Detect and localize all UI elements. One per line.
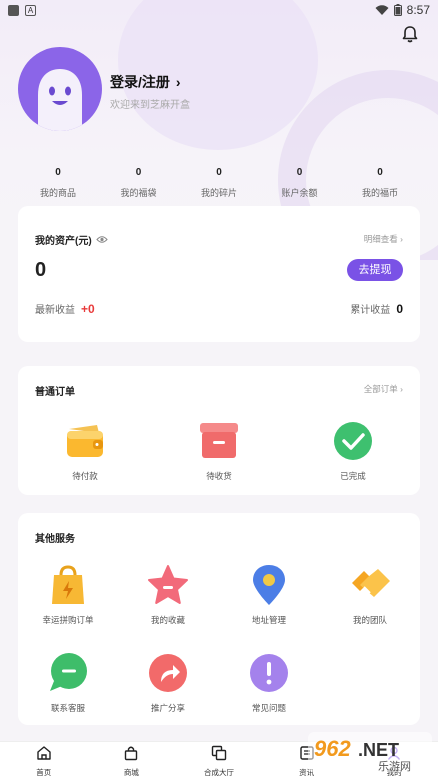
- order-label: 待付款: [72, 471, 98, 481]
- assets-title-row: 我的资产(元): [35, 232, 108, 247]
- stat-my-goods[interactable]: 0 我的商品: [18, 167, 98, 199]
- recent-earnings-label: 最新收益: [35, 305, 75, 316]
- service-address-management[interactable]: 地址管理: [224, 563, 314, 626]
- stat-my-fragments[interactable]: 0 我的碎片: [179, 167, 259, 199]
- stat-value: 0: [216, 167, 222, 178]
- login-label: 登录/注册: [110, 74, 170, 90]
- withdraw-button[interactable]: 去提现: [347, 259, 403, 281]
- stat-label: 我的福币: [361, 188, 398, 198]
- location-pin-icon: [247, 563, 291, 607]
- lucky-bag-icon: [46, 563, 90, 607]
- total-earnings-label: 累计收益: [350, 305, 391, 316]
- service-label: 推广分享: [150, 703, 185, 713]
- check-icon: [331, 419, 375, 463]
- stat-account-balance[interactable]: 0 账户余额: [260, 167, 340, 199]
- nav-label: 合成大厅: [203, 768, 234, 777]
- nav-mall[interactable]: 商城: [88, 742, 176, 778]
- stat-value: 0: [296, 167, 303, 178]
- nav-merge-hall[interactable]: 合成大厅: [175, 742, 263, 778]
- stat-value: 0: [135, 167, 142, 178]
- stat-label: 我的福袋: [120, 188, 157, 198]
- stat-label: 我的碎片: [200, 188, 237, 198]
- bell-icon[interactable]: [400, 24, 420, 44]
- service-label: 我的团队: [352, 615, 387, 625]
- stat-label: 账户余额: [281, 188, 318, 198]
- service-label: 我的收藏: [150, 615, 185, 625]
- box-icon: [197, 419, 241, 463]
- recent-earnings-value: +0: [81, 301, 95, 316]
- total-earnings-value: 0: [396, 301, 403, 316]
- nav-home[interactable]: 首页: [0, 742, 88, 778]
- svg-text:乐游网: 乐游网: [378, 760, 411, 773]
- welcome-subtitle: 欢迎来到芝麻开盒: [110, 100, 190, 111]
- order-completed[interactable]: 已完成: [308, 419, 398, 482]
- assets-amount: 0: [35, 259, 47, 281]
- total-earnings: 累计收益 0: [350, 301, 403, 317]
- order-pending-payment[interactable]: 待付款: [40, 419, 130, 482]
- service-label: 常见问题: [251, 703, 286, 713]
- all-orders-link[interactable]: 全部订单 ›: [364, 383, 403, 395]
- services-card: 其他服务 幸运拼购订单 我的收藏 地址管理 我的团队 联系客服 推广分享 常见问…: [18, 513, 420, 725]
- merge-icon: [211, 745, 227, 761]
- handshake-icon: [348, 563, 392, 607]
- star-icon: [146, 563, 190, 607]
- service-label: 地址管理: [251, 615, 286, 625]
- login-register-link[interactable]: 登录/注册 ›: [110, 72, 181, 92]
- nav-label: 商城: [123, 768, 139, 777]
- service-lucky-group-orders[interactable]: 幸运拼购订单: [23, 563, 113, 626]
- recent-earnings: 最新收益 +0: [35, 301, 95, 317]
- stat-value: 0: [377, 167, 383, 178]
- stat-value: 0: [55, 167, 61, 178]
- service-label: 联系客服: [50, 703, 85, 713]
- assets-title: 我的资产(元): [35, 236, 92, 247]
- notification-icon: [8, 4, 19, 16]
- service-promote-share[interactable]: 推广分享: [123, 651, 213, 714]
- status-time: 8:57: [406, 3, 430, 17]
- service-faq[interactable]: 常见问题: [224, 651, 314, 714]
- battery-icon: [393, 4, 402, 16]
- service-contact-support[interactable]: 联系客服: [23, 651, 113, 714]
- service-label: 幸运拼购订单: [42, 615, 94, 625]
- assets-detail-link[interactable]: 明细查看 ›: [364, 233, 403, 245]
- nav-label: 首页: [36, 768, 52, 777]
- avatar[interactable]: [18, 47, 102, 131]
- chat-icon: [46, 651, 90, 695]
- wallet-icon: [63, 419, 107, 463]
- service-my-team[interactable]: 我的团队: [325, 563, 415, 626]
- stat-label: 我的商品: [39, 188, 76, 198]
- stat-my-coins[interactable]: 0 我的福币: [340, 167, 420, 199]
- ghost-avatar-icon: [38, 69, 82, 131]
- order-pending-receipt[interactable]: 待收货: [174, 419, 264, 482]
- share-icon: [146, 651, 190, 695]
- chevron-right-icon: ›: [175, 74, 181, 90]
- order-label: 已完成: [340, 471, 366, 481]
- orders-card: 普通订单 全部订单 › 待付款 待收货 已完成: [18, 366, 420, 495]
- status-bar: A 8:57: [0, 0, 438, 20]
- site-watermark-logo: 962 .NET 乐游网: [308, 732, 432, 773]
- eye-icon[interactable]: [95, 235, 108, 244]
- svg-text:.NET: .NET: [358, 740, 399, 760]
- service-my-favorites[interactable]: 我的收藏: [123, 563, 213, 626]
- stats-row: 0 我的商品 0 我的福袋 0 我的碎片 0 账户余额 0 我的福币: [18, 167, 420, 199]
- shopping-bag-icon: [125, 746, 138, 761]
- stat-my-lucky-bags[interactable]: 0 我的福袋: [99, 167, 179, 199]
- app-notification-icon: A: [25, 4, 36, 16]
- exclamation-icon: [247, 651, 291, 695]
- order-label: 待收货: [206, 471, 232, 481]
- services-title: 其他服务: [35, 534, 75, 545]
- assets-card: 我的资产(元) 明细查看 › 0 去提现 最新收益 +0 累计收益 0: [18, 206, 420, 342]
- svg-text:962: 962: [314, 736, 351, 761]
- home-icon: [37, 746, 51, 760]
- wifi-icon: [375, 4, 389, 15]
- orders-title: 普通订单: [35, 387, 75, 398]
